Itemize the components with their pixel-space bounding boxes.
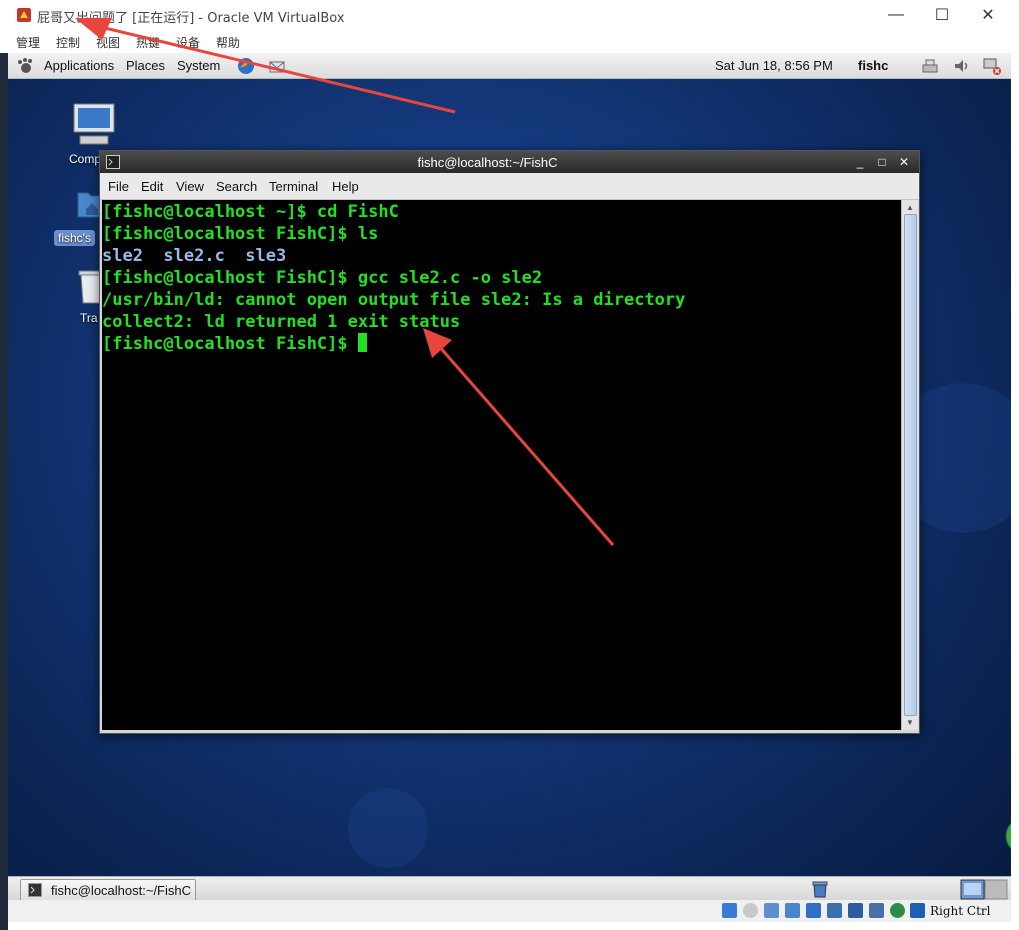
host-key-label: Right Ctrl bbox=[930, 904, 991, 918]
menu-hotkey[interactable]: 热键 bbox=[136, 34, 160, 51]
optical-drive-icon[interactable] bbox=[743, 903, 758, 918]
guest-right-edge bbox=[1011, 53, 1019, 930]
panel-clock[interactable]: Sat Jun 18, 8:56 PM bbox=[715, 58, 833, 73]
email-icon[interactable] bbox=[267, 56, 287, 76]
window-title: 屁哥又出问题了 [正在运行] - Oracle VM VirtualBox bbox=[37, 11, 345, 26]
terminal-menu-terminal[interactable]: Terminal bbox=[269, 179, 318, 194]
terminal-line: /usr/bin/ld: cannot open output file sle… bbox=[102, 290, 686, 310]
taskbar-item-label: fishc@localhost:~/FishC bbox=[51, 883, 191, 898]
host-menubar: 管理 控制 视图 热键 设备 帮助 bbox=[0, 31, 1019, 53]
terminal-menu-view[interactable]: View bbox=[176, 179, 204, 194]
host-titlebar: 屁哥又出问题了 [正在运行] - Oracle VM VirtualBox — … bbox=[0, 0, 1019, 31]
desktop-icon-label: Comp bbox=[69, 152, 102, 166]
panel-menu-places[interactable]: Places bbox=[126, 58, 165, 73]
menu-devices[interactable]: 设备 bbox=[176, 34, 200, 51]
gnome-bottom-panel: fishc@localhost:~/FishC bbox=[8, 876, 1011, 902]
terminal-menu-file[interactable]: File bbox=[108, 179, 129, 194]
volume-icon[interactable] bbox=[952, 56, 972, 76]
guest-left-edge bbox=[0, 53, 8, 930]
wallpaper-decoration bbox=[348, 788, 428, 868]
panel-menu-system[interactable]: System bbox=[177, 58, 220, 73]
terminal-scrollbar[interactable]: ▲ ▼ bbox=[901, 200, 918, 730]
desktop-icon-label: fishc's bbox=[54, 230, 95, 246]
network-icon[interactable] bbox=[920, 56, 940, 76]
terminal-icon bbox=[28, 883, 42, 897]
terminal-title: fishc@localhost:~/FishC bbox=[417, 155, 558, 170]
gnome-foot-icon bbox=[18, 58, 32, 73]
close-button[interactable]: ✕ bbox=[976, 4, 1000, 26]
vbox-status-bar: Right Ctrl bbox=[8, 900, 1011, 922]
terminal-menu-edit[interactable]: Edit bbox=[141, 179, 163, 194]
mouse-integration-icon[interactable] bbox=[910, 903, 925, 918]
audio-icon[interactable] bbox=[764, 903, 779, 918]
menu-control[interactable]: 控制 bbox=[56, 34, 80, 51]
menu-manage[interactable]: 管理 bbox=[16, 34, 40, 51]
taskbar-item-terminal[interactable]: fishc@localhost:~/FishC bbox=[20, 879, 196, 901]
trash-applet-icon[interactable] bbox=[810, 879, 830, 899]
terminal-line: sle2 sle2.c sle3 bbox=[102, 246, 287, 266]
usb-icon[interactable] bbox=[806, 903, 821, 918]
terminal-close-button[interactable]: ✕ bbox=[896, 154, 912, 170]
scroll-down-arrow-icon[interactable]: ▼ bbox=[904, 716, 916, 728]
harddisk-icon[interactable] bbox=[722, 903, 737, 918]
panel-menu-applications[interactable]: Applications bbox=[44, 58, 114, 73]
display-icon[interactable] bbox=[848, 903, 863, 918]
terminal-screen[interactable]: [fishc@localhost ~]$ cd FishC [fishc@loc… bbox=[102, 200, 901, 730]
menu-help[interactable]: 帮助 bbox=[216, 34, 240, 51]
scrollbar-thumb[interactable] bbox=[904, 214, 917, 716]
terminal-titlebar[interactable]: fishc@localhost:~/FishC _ □ ✕ bbox=[100, 151, 919, 173]
video-capture-icon[interactable] bbox=[869, 903, 884, 918]
desktop-icon-label: Tra bbox=[80, 311, 98, 325]
guest-screen[interactable]: Applications Places System Sat Jun 18, 8… bbox=[8, 53, 1011, 922]
terminal-window[interactable]: fishc@localhost:~/FishC _ □ ✕ File Edit … bbox=[99, 150, 920, 734]
menu-view[interactable]: 视图 bbox=[96, 34, 120, 51]
terminal-maximize-button[interactable]: □ bbox=[874, 154, 890, 170]
terminal-minimize-button[interactable]: _ bbox=[852, 154, 868, 170]
terminal-cursor bbox=[357, 333, 367, 352]
terminal-line: collect2: ld returned 1 exit status bbox=[102, 312, 461, 332]
terminal-menubar: File Edit View Search Terminal Help bbox=[100, 173, 919, 200]
virtualbox-app-icon bbox=[17, 8, 31, 22]
virtualization-icon[interactable] bbox=[890, 903, 905, 918]
terminal-prompt-line: [fishc@localhost FishC]$ bbox=[102, 333, 367, 355]
scroll-up-arrow-icon[interactable]: ▲ bbox=[904, 201, 916, 213]
shared-folders-icon[interactable] bbox=[827, 903, 842, 918]
terminal-menu-help[interactable]: Help bbox=[332, 179, 359, 194]
gnome-top-panel: Applications Places System Sat Jun 18, 8… bbox=[8, 53, 1011, 79]
badge-icon bbox=[1005, 822, 1011, 850]
terminal-line: [fishc@localhost FishC]$ gcc sle2.c -o s… bbox=[102, 268, 543, 288]
network-adapter-icon[interactable] bbox=[785, 903, 800, 918]
minimize-button[interactable]: — bbox=[884, 4, 908, 26]
terminal-menu-search[interactable]: Search bbox=[216, 179, 257, 194]
firefox-icon[interactable] bbox=[236, 56, 256, 76]
maximize-button[interactable]: ☐ bbox=[930, 4, 954, 26]
workspace-switcher[interactable] bbox=[960, 879, 1008, 900]
terminal-line: [fishc@localhost FishC]$ bbox=[102, 334, 358, 354]
terminal-line: [fishc@localhost ~]$ cd FishC bbox=[102, 202, 399, 222]
network-disconnected-icon[interactable] bbox=[982, 56, 1002, 76]
panel-username[interactable]: fishc bbox=[858, 58, 888, 73]
terminal-line: [fishc@localhost FishC]$ ls bbox=[102, 224, 379, 244]
computer-icon[interactable] bbox=[70, 100, 118, 148]
